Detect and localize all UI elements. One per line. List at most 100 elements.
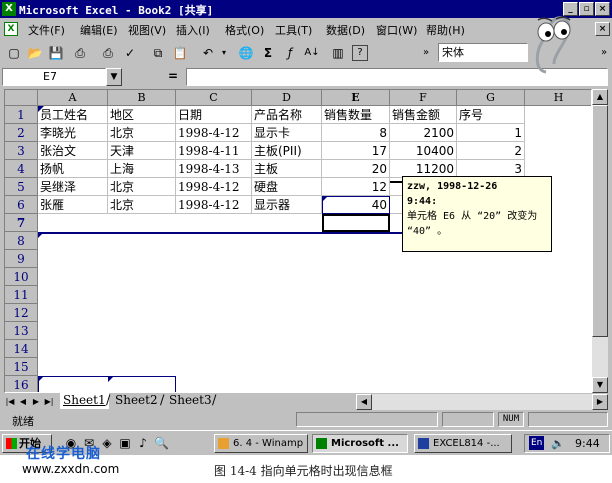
more-buttons-icon-2[interactable]: » — [594, 43, 612, 63]
cell-c3[interactable]: 1998-4-11 — [176, 142, 252, 160]
row-header-1[interactable]: 1 — [5, 106, 38, 124]
column-header-c[interactable]: C — [176, 90, 252, 106]
office-assistant-icon[interactable] — [524, 12, 582, 76]
row-header-8[interactable]: 8 — [5, 232, 38, 250]
cell-g2[interactable]: 1 — [457, 124, 525, 142]
print-preview-icon[interactable]: ⎙ — [98, 43, 118, 63]
scroll-up-icon[interactable]: ▲ — [592, 89, 608, 105]
cell-d6[interactable]: 显示器 — [252, 196, 322, 214]
task-word[interactable]: EXCEL814 -... — [414, 434, 512, 453]
worksheet-grid[interactable]: A B C D E F G H 1 2 3 4 5 6 7 8 9 10 11 12 13 14 15 16 员工姓名 地区 日期产… — [4, 89, 592, 393]
function-icon[interactable]: ƒ — [280, 43, 300, 63]
chart-icon[interactable]: ▥ — [328, 43, 348, 63]
media-icon[interactable]: ♪ — [136, 436, 150, 450]
menu-help[interactable]: 帮助(H) — [426, 22, 465, 38]
cell-g3[interactable]: 2 — [457, 142, 525, 160]
cell-b6[interactable]: 北京 — [108, 196, 176, 214]
column-header-h[interactable]: H — [525, 90, 591, 106]
row-header-6[interactable]: 6 — [5, 196, 38, 214]
cell-e3[interactable]: 17 — [322, 142, 390, 160]
cell-d4[interactable]: 主板 — [252, 160, 322, 178]
task-excel[interactable]: Microsoft ... — [312, 434, 408, 453]
vertical-scrollbar[interactable]: ▲ ▼ — [592, 89, 608, 393]
more-buttons-icon[interactable]: » — [416, 43, 436, 63]
scroll-down-icon[interactable]: ▼ — [592, 377, 608, 393]
name-box[interactable]: E7 — [2, 68, 106, 86]
menu-file[interactable]: 文件(F) — [28, 22, 65, 38]
equals-button[interactable]: = — [168, 69, 178, 83]
channel-icon[interactable]: ◈ — [100, 436, 114, 450]
row-header-5[interactable]: 5 — [5, 178, 38, 196]
row-header-4[interactable]: 4 — [5, 160, 38, 178]
row-header-7[interactable]: 7 — [5, 214, 38, 232]
menu-format[interactable]: 格式(O) — [225, 22, 264, 38]
cell-d2[interactable]: 显示卡 — [252, 124, 322, 142]
row-header-9[interactable]: 9 — [5, 250, 38, 268]
close-button[interactable]: × — [595, 2, 610, 16]
title-bar[interactable]: X Microsoft Excel - Book2 [共享] _ ▫ × — [0, 0, 612, 18]
menu-window[interactable]: 窗口(W) — [376, 22, 417, 38]
hyperlink-icon[interactable]: 🌐 — [236, 43, 256, 63]
sort-ascending-icon[interactable]: A↓ — [302, 43, 322, 63]
cell-b5[interactable]: 北京 — [108, 178, 176, 196]
cell-c2[interactable]: 1998-4-12 — [176, 124, 252, 142]
next-sheet-icon[interactable]: ▶ — [30, 394, 42, 409]
document-icon[interactable]: X — [4, 22, 18, 36]
help-icon[interactable]: ? — [352, 45, 368, 61]
font-name-box[interactable]: 宋体 — [438, 43, 528, 62]
scroll-left-icon[interactable]: ◀ — [356, 394, 372, 410]
doc-close-button[interactable]: × — [595, 22, 610, 36]
menu-insert[interactable]: 插入(I) — [176, 22, 210, 38]
excel-icon[interactable]: X — [2, 2, 16, 16]
sheet-tab-2[interactable]: Sheet2 — [112, 393, 161, 409]
speaker-icon[interactable]: 🔈 — [551, 435, 565, 452]
paste-icon[interactable]: 📋 — [170, 43, 190, 63]
cell-c1[interactable]: 日期 — [176, 106, 252, 124]
explorer-icon[interactable]: 🔍 — [154, 436, 169, 450]
desktop-icon[interactable]: ▣ — [118, 436, 132, 450]
cell-a6[interactable]: 张雁 — [38, 196, 108, 214]
cell-f3[interactable]: 10400 — [390, 142, 457, 160]
column-header-b[interactable]: B — [108, 90, 176, 106]
cell-e6[interactable]: 40 — [322, 196, 390, 214]
cell-c6[interactable]: 1998-4-12 — [176, 196, 252, 214]
menu-tools[interactable]: 工具(T) — [275, 22, 312, 38]
cell-g1[interactable]: 序号 — [457, 106, 525, 124]
menu-data[interactable]: 数据(D) — [326, 22, 365, 38]
cell-d5[interactable]: 硬盘 — [252, 178, 322, 196]
row-header-16[interactable]: 16 — [5, 376, 38, 392]
select-all-corner[interactable] — [5, 90, 38, 106]
cell-e2[interactable]: 8 — [322, 124, 390, 142]
prev-sheet-icon[interactable]: ◀ — [17, 394, 29, 409]
selected-cell-e7[interactable] — [322, 214, 390, 232]
cell-b1[interactable]: 地区 — [108, 106, 176, 124]
print-icon[interactable]: ⎙ — [70, 43, 90, 63]
sheet-tab-3[interactable]: Sheet3 — [166, 393, 215, 409]
cell-e1[interactable]: 销售数量 — [322, 106, 390, 124]
cell-c5[interactable]: 1998-4-12 — [176, 178, 252, 196]
cell-d3[interactable]: 主板(PII) — [252, 142, 322, 160]
column-header-g[interactable]: G — [457, 90, 525, 106]
vertical-scroll-thumb[interactable] — [592, 105, 608, 337]
row-header-2[interactable]: 2 — [5, 124, 38, 142]
new-icon[interactable]: ▢ — [4, 43, 24, 63]
menu-edit[interactable]: 编辑(E) — [80, 22, 118, 38]
cell-e4[interactable]: 20 — [322, 160, 390, 178]
sheet-tab-1[interactable]: Sheet1 — [60, 393, 109, 409]
row-header-10[interactable]: 10 — [5, 268, 38, 286]
first-sheet-icon[interactable]: |◀ — [4, 394, 16, 409]
row-header-3[interactable]: 3 — [5, 142, 38, 160]
column-header-f[interactable]: F — [390, 90, 457, 106]
ime-indicator[interactable]: En — [529, 436, 545, 450]
horizontal-scrollbar[interactable]: ◀ ▶ — [356, 394, 608, 410]
menu-view[interactable]: 视图(V) — [128, 22, 166, 38]
open-icon[interactable]: 📂 — [25, 43, 45, 63]
name-box-dropdown-icon[interactable]: ▼ — [106, 68, 122, 86]
task-winamp[interactable]: 6. 4 - Winamp — [214, 434, 308, 453]
column-header-d[interactable]: D — [252, 90, 322, 106]
cell-a1[interactable]: 员工姓名 — [38, 106, 108, 124]
row-header-14[interactable]: 14 — [5, 340, 38, 358]
cell-b4[interactable]: 上海 — [108, 160, 176, 178]
cell-b2[interactable]: 北京 — [108, 124, 176, 142]
copy-icon[interactable]: ⧉ — [148, 43, 168, 63]
